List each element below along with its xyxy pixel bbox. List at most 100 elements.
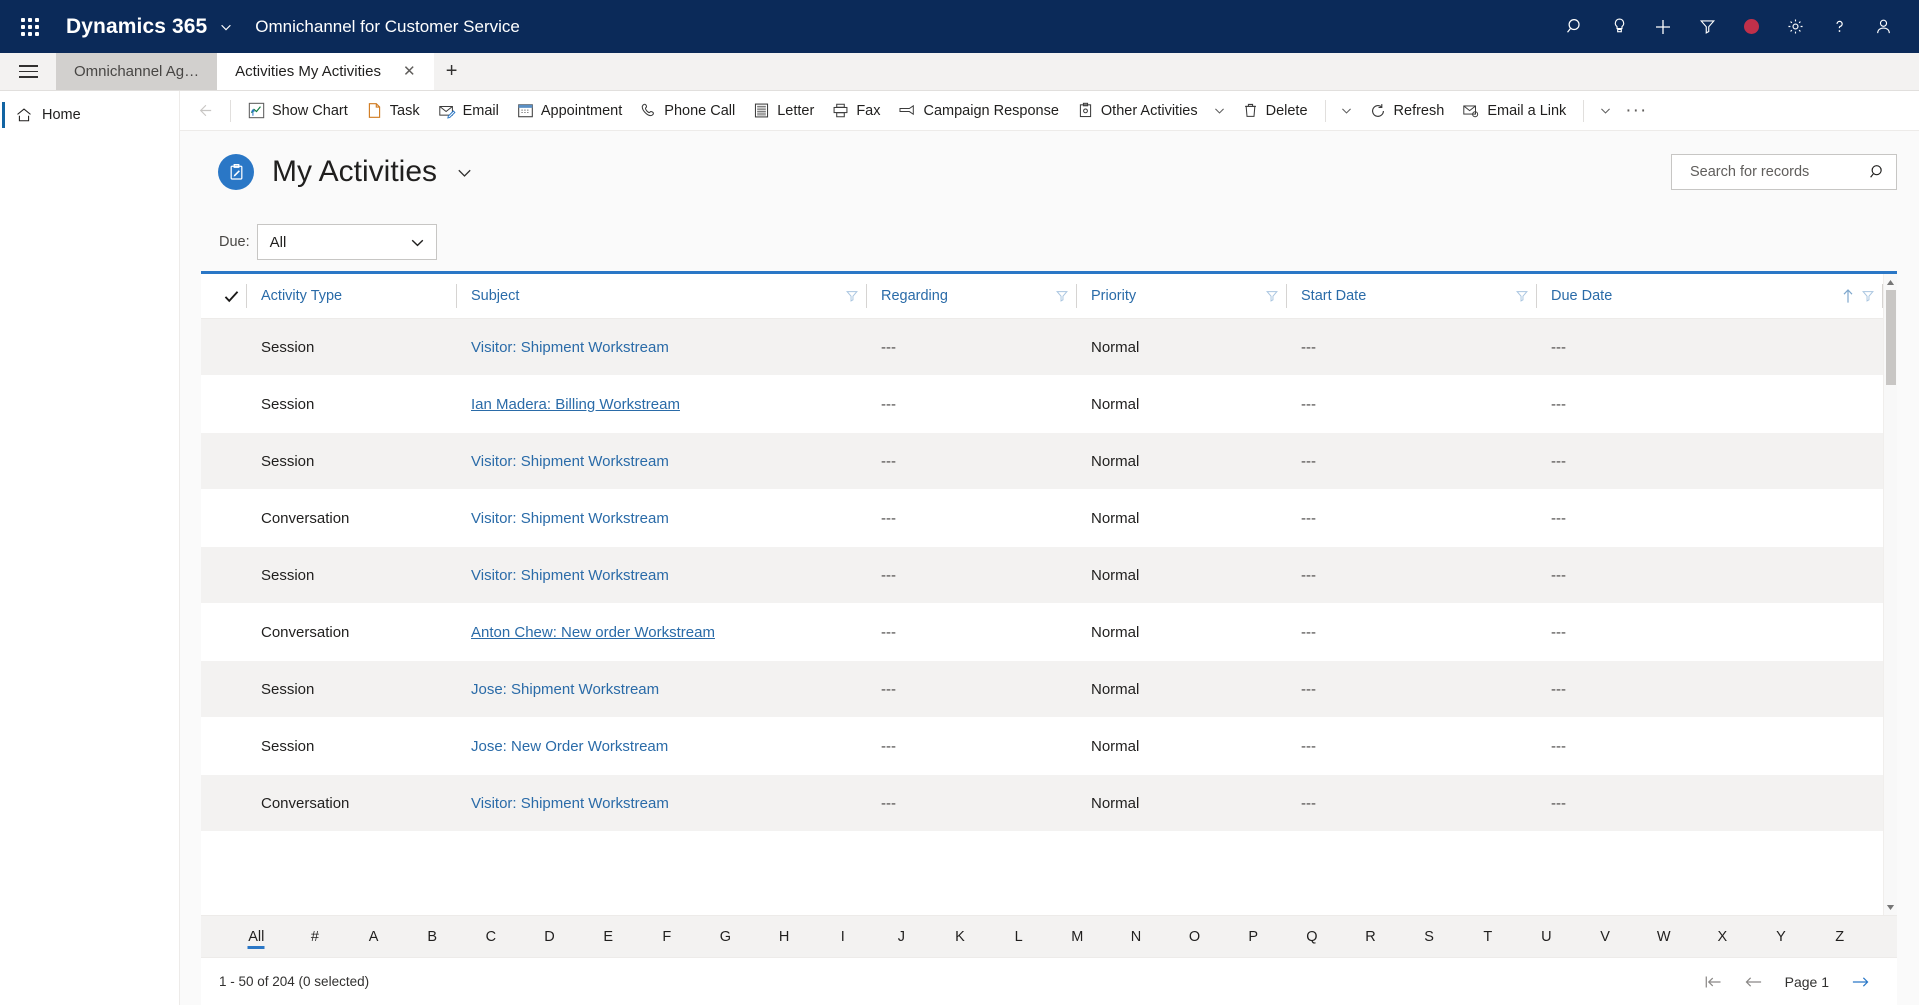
due-filter-select[interactable]: All (256, 224, 437, 260)
hamburger-menu-icon[interactable] (0, 53, 56, 90)
column-header-priority[interactable]: Priority (1077, 274, 1287, 319)
alpha-filter-f[interactable]: F (637, 916, 696, 958)
filter-icon[interactable] (1055, 289, 1069, 303)
plus-icon[interactable] (1641, 5, 1685, 49)
other-activities-button[interactable]: Other Activities (1068, 93, 1207, 129)
cell-subject-text[interactable]: Jose: New Order Workstream (471, 738, 668, 755)
table-row[interactable]: Session Visitor: Shipment Workstream --- No… (201, 318, 1883, 376)
row-select-cell[interactable] (201, 489, 247, 547)
first-page-icon[interactable] (1699, 967, 1729, 997)
letter-button[interactable]: Letter (744, 93, 823, 129)
alpha-filter-w[interactable]: W (1634, 916, 1693, 958)
cell-subject-text[interactable]: Visitor: Shipment Workstream (471, 453, 669, 470)
alpha-filter-o[interactable]: O (1165, 916, 1224, 958)
alpha-filter-v[interactable]: V (1576, 916, 1635, 958)
alpha-filter-hash[interactable]: # (286, 916, 345, 958)
cell-subject-text[interactable]: Ian Madera: Billing Workstream (471, 396, 680, 413)
arrow-left-icon[interactable] (186, 93, 222, 129)
more-commands-button[interactable]: ··· (1618, 93, 1654, 129)
cell-subject-text[interactable]: Visitor: Shipment Workstream (471, 795, 669, 812)
alpha-filter-z[interactable]: Z (1810, 916, 1869, 958)
cell-subject-text[interactable]: Visitor: Shipment Workstream (471, 567, 669, 584)
alpha-filter-k[interactable]: K (931, 916, 990, 958)
table-row[interactable]: Session Jose: Shipment Workstream --- Norma… (201, 660, 1883, 718)
row-select-cell[interactable] (201, 432, 247, 490)
search-records-box[interactable] (1671, 154, 1897, 190)
search-icon[interactable] (1553, 5, 1597, 49)
row-select-cell[interactable] (201, 717, 247, 775)
chevron-down-icon[interactable] (409, 234, 426, 251)
delete-button[interactable]: Delete (1233, 93, 1317, 129)
table-row[interactable]: Session Jose: New Order Workstream --- Norm… (201, 717, 1883, 775)
other-activities-chevron-down-icon[interactable] (1207, 93, 1233, 129)
alpha-filter-u[interactable]: U (1517, 916, 1576, 958)
campaign-response-button[interactable]: Campaign Response (889, 93, 1067, 129)
alpha-filter-x[interactable]: X (1693, 916, 1752, 958)
grid-vertical-scrollbar[interactable] (1883, 274, 1897, 915)
appointment-button[interactable]: Appointment (508, 93, 631, 129)
alpha-filter-g[interactable]: G (696, 916, 755, 958)
alpha-filter-q[interactable]: Q (1283, 916, 1342, 958)
row-select-cell[interactable] (201, 318, 247, 376)
previous-page-icon[interactable] (1739, 967, 1769, 997)
alpha-filter-c[interactable]: C (462, 916, 521, 958)
cell-subject-text[interactable]: Visitor: Shipment Workstream (471, 510, 669, 527)
alpha-filter-all[interactable]: All (227, 916, 286, 958)
filter-icon[interactable] (1861, 289, 1875, 303)
presence-status-dot[interactable] (1729, 5, 1773, 49)
row-select-cell[interactable] (201, 774, 247, 832)
phone-call-button[interactable]: Phone Call (631, 93, 744, 129)
alpha-filter-h[interactable]: H (755, 916, 814, 958)
sidebar-item-home[interactable]: Home (0, 95, 179, 135)
alpha-filter-r[interactable]: R (1341, 916, 1400, 958)
question-icon[interactable] (1817, 5, 1861, 49)
next-page-icon[interactable] (1845, 967, 1875, 997)
table-row[interactable]: Session Visitor: Shipment Workstream --- No… (201, 432, 1883, 490)
app-launcher-icon[interactable] (8, 5, 52, 49)
row-select-cell[interactable] (201, 375, 247, 433)
row-select-cell[interactable] (201, 546, 247, 604)
column-header-start-date[interactable]: Start Date (1287, 274, 1537, 319)
table-row[interactable]: Conversation Anton Chew: New order Workst… (201, 603, 1883, 661)
row-select-cell[interactable] (201, 603, 247, 661)
filter-icon[interactable] (1265, 289, 1279, 303)
scrollbar-track[interactable] (1884, 290, 1898, 899)
table-row[interactable]: Session Visitor: Shipment Workstream --- No… (201, 546, 1883, 604)
chevron-down-icon[interactable] (219, 20, 233, 34)
alpha-filter-l[interactable]: L (989, 916, 1048, 958)
person-icon[interactable] (1861, 5, 1905, 49)
search-icon[interactable] (1869, 163, 1887, 181)
column-header-activity-type[interactable]: Activity Type (247, 274, 457, 319)
alpha-filter-j[interactable]: J (872, 916, 931, 958)
cell-subject-text[interactable]: Jose: Shipment Workstream (471, 681, 659, 698)
column-header-regarding[interactable]: Regarding (867, 274, 1077, 319)
table-row[interactable]: Conversation Visitor: Shipment Workstream… (201, 774, 1883, 832)
column-header-subject[interactable]: Subject (457, 274, 867, 319)
table-row[interactable]: Conversation Visitor: Shipment Workstream… (201, 489, 1883, 547)
scroll-down-icon[interactable] (1886, 899, 1895, 915)
alpha-filter-n[interactable]: N (1107, 916, 1166, 958)
tab-omnichannel-agent-dashboard[interactable]: Omnichannel Ag… (56, 53, 218, 90)
checkmark-icon[interactable] (223, 288, 240, 305)
email-a-link-button[interactable]: Email a Link (1453, 93, 1575, 129)
alpha-filter-b[interactable]: B (403, 916, 462, 958)
refresh-button[interactable]: Refresh (1360, 93, 1454, 129)
alpha-filter-i[interactable]: I (813, 916, 872, 958)
row-select-cell[interactable] (201, 660, 247, 718)
alpha-filter-e[interactable]: E (579, 916, 638, 958)
delete-chevron-down-icon[interactable] (1334, 93, 1360, 129)
column-header-due-date[interactable]: Due Date (1537, 274, 1883, 319)
email-button[interactable]: Email (429, 93, 508, 129)
alpha-filter-a[interactable]: A (344, 916, 403, 958)
scrollbar-thumb[interactable] (1885, 290, 1896, 385)
show-chart-button[interactable]: Show Chart (239, 93, 357, 129)
select-all-header[interactable] (201, 274, 247, 319)
scroll-up-icon[interactable] (1886, 274, 1895, 290)
fax-button[interactable]: Fax (823, 93, 889, 129)
task-button[interactable]: Task (357, 93, 429, 129)
gear-icon[interactable] (1773, 5, 1817, 49)
chevron-down-icon[interactable] (455, 163, 474, 182)
alpha-filter-t[interactable]: T (1458, 916, 1517, 958)
add-tab-button[interactable]: + (434, 53, 470, 90)
alpha-filter-d[interactable]: D (520, 916, 579, 958)
